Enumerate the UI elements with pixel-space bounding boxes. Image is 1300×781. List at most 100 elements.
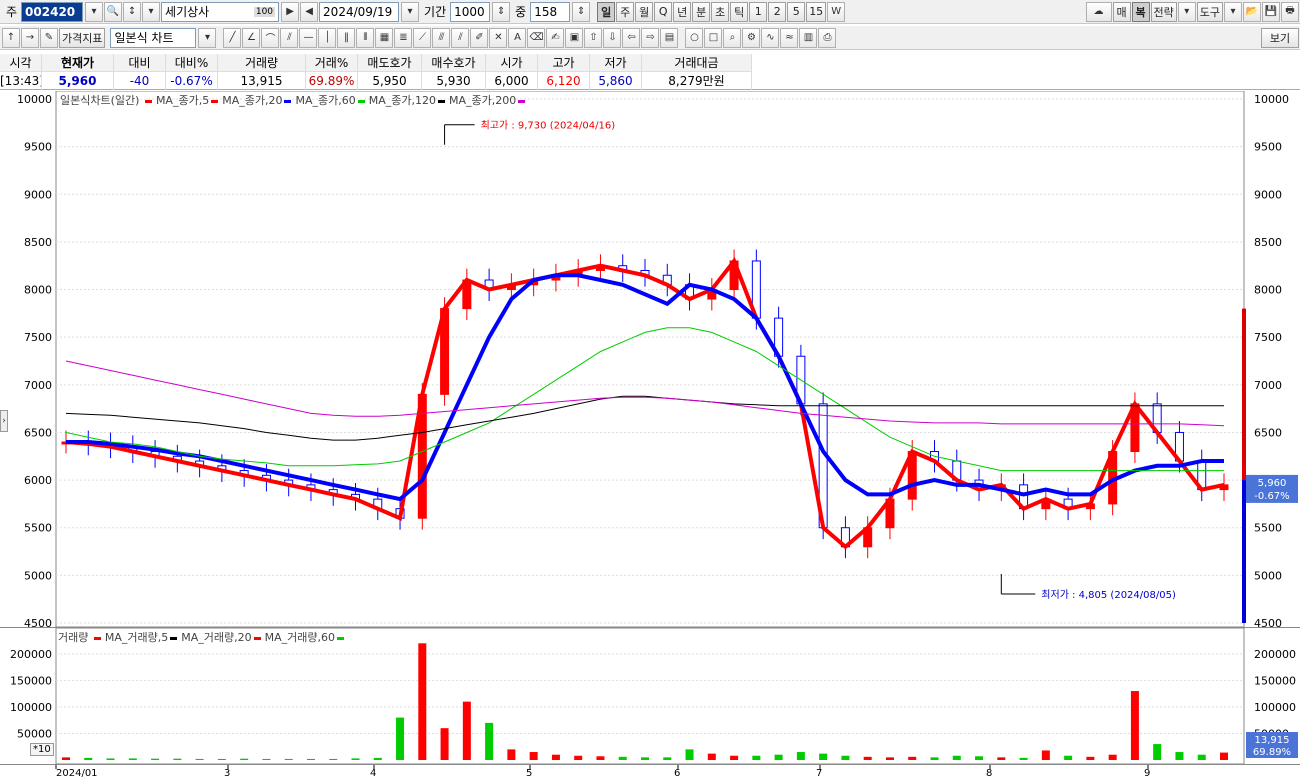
stock-code-input[interactable]: 002420 (21, 1, 84, 22)
cloud-icon[interactable]: ☁ (1085, 1, 1112, 22)
edit-icon[interactable]: ✎ (40, 27, 58, 48)
volume-bar-18 (462, 701, 471, 760)
sort-icon[interactable]: ↕ (123, 1, 142, 22)
view-button[interactable]: 보기 (1261, 27, 1299, 48)
print2-icon[interactable]: ⎙ (818, 27, 837, 48)
next-stock-icon[interactable]: ▶ (281, 1, 300, 22)
channel-icon[interactable]: ⫻ (432, 27, 451, 48)
chart-type-select[interactable]: 일본식 차트 (110, 27, 197, 48)
period-button-10[interactable]: 5 (787, 1, 806, 22)
volume-bar-14 (373, 757, 382, 760)
period-input[interactable]: 1000 (450, 1, 491, 22)
price-ytick-right-3: 8500 (1254, 236, 1282, 249)
period-button-9[interactable]: 2 (768, 1, 787, 22)
parallel-icon[interactable]: ⫽ (451, 27, 470, 48)
right-icon[interactable]: ⇨ (641, 27, 660, 48)
price-chart[interactable]: 10000 10000 9500 9500 9000 9000 8500 8500 8000 80… (0, 90, 1300, 630)
chart-type-dropdown-icon[interactable]: ▾ (198, 27, 217, 48)
period-button-0[interactable]: 일 (597, 1, 616, 22)
cross-tool-icon[interactable]: ✕ (489, 27, 508, 48)
strategy-dropdown-icon[interactable]: ▾ (1177, 1, 1196, 22)
up-icon[interactable]: ⇧ (584, 27, 603, 48)
trendline-icon[interactable]: ╱ (223, 27, 242, 48)
volume-chart-svg[interactable]: 200000 200000 150000 150000 100000 100000 5000… (0, 627, 1300, 765)
tools-button[interactable]: 도구 (1196, 1, 1223, 22)
doc-icon[interactable]: ▤ (660, 27, 679, 48)
cycle-line-icon[interactable]: ‖ (337, 27, 356, 48)
quote-header-2: 대비 (114, 54, 166, 71)
angle-line-icon[interactable]: ∠ (242, 27, 261, 48)
image-icon[interactable]: ▣ (565, 27, 584, 48)
volume-bar-27 (663, 757, 672, 760)
table-icon[interactable]: ▥ (799, 27, 818, 48)
price-ytick-left-2: 9000 (24, 188, 52, 201)
x-axis: 2024/01 3 4 5 6 7 8 9 (0, 764, 1300, 779)
circle-icon[interactable]: ○ (685, 27, 704, 48)
period-button-5[interactable]: 분 (692, 1, 711, 22)
quote-header-row: 시각 현재가 대비 대비% 거래량 거래% 매도호가 매수호가 시가 고가 저가 거래대금 (0, 54, 752, 72)
quote-value-3: -0.67% (166, 72, 218, 90)
fan-line-icon[interactable]: ⫽ (280, 27, 299, 48)
price-legend-label-3: MA_종가,120 (368, 94, 436, 107)
buy-button[interactable]: 매 (1112, 1, 1131, 22)
volume-legend-swatch-0 (93, 636, 101, 640)
period-spin-icon[interactable]: ⇕ (492, 1, 511, 22)
multi-button[interactable]: 복 (1131, 1, 1150, 22)
period-button-7[interactable]: 틱 (730, 1, 749, 22)
period-button-11[interactable]: 15 (806, 1, 827, 22)
tools-dropdown-icon[interactable]: ▾ (1224, 1, 1242, 22)
strategy-button[interactable]: 전략 (1150, 1, 1177, 22)
arrow-right-icon[interactable]: → (21, 27, 39, 48)
date-dropdown-icon[interactable]: ▾ (401, 1, 420, 22)
volume-bar-17 (440, 728, 449, 760)
fibo-level-icon[interactable]: ≣ (394, 27, 413, 48)
quote-header-11: 거래대금 (642, 54, 752, 71)
square-icon[interactable]: □ (704, 27, 723, 48)
wave-icon[interactable]: ∿ (761, 27, 780, 48)
period-button-2[interactable]: 월 (635, 1, 654, 22)
search-icon[interactable]: 🔍 (104, 1, 123, 22)
volume-bar-33 (796, 752, 805, 760)
folder-open-icon[interactable]: 📂 (1243, 1, 1261, 22)
vertical-line-icon[interactable]: │ (318, 27, 337, 48)
gann-icon[interactable]: ⟋ (413, 27, 432, 48)
indicator-button[interactable]: 가격지표 (59, 27, 106, 48)
zoom-region-icon[interactable]: ⌕ (723, 27, 742, 48)
menu-dropdown-icon[interactable]: ▾ (142, 1, 161, 22)
volume-bar-43 (1019, 757, 1028, 760)
arc-icon[interactable]: ⌒ (261, 27, 280, 48)
prev-stock-icon[interactable]: ◀ (300, 1, 319, 22)
down-icon[interactable]: ⇩ (603, 27, 622, 48)
date-input[interactable]: 2024/09/19 (319, 1, 400, 22)
period-button-4[interactable]: 년 (673, 1, 692, 22)
price-chart-svg[interactable]: 10000 10000 9500 9500 9000 9000 8500 8500 8000 80… (0, 90, 1300, 630)
settings-icon[interactable]: ⚙ (742, 27, 761, 48)
wave2-icon[interactable]: ≈ (780, 27, 799, 48)
horizontal-line-icon[interactable]: — (299, 27, 318, 48)
pencil-icon[interactable]: ✐ (470, 27, 489, 48)
quote-value-2: -40 (114, 72, 166, 90)
stock-name-field[interactable]: 세기상사 100 (161, 1, 280, 22)
period-button-1[interactable]: 주 (616, 1, 635, 22)
price-ytick-right-4: 8000 (1254, 284, 1282, 297)
left-icon[interactable]: ⇦ (622, 27, 641, 48)
up-arrow-icon[interactable]: ↑ (2, 27, 20, 48)
period-button-8[interactable]: 1 (749, 1, 768, 22)
code-dropdown-icon[interactable]: ▾ (85, 1, 104, 22)
period-button-6[interactable]: 초 (711, 1, 730, 22)
period-button-3[interactable]: Q (654, 1, 673, 22)
zoom-input[interactable]: 158 (530, 1, 571, 22)
print-icon[interactable]: 🖶 (1281, 1, 1299, 22)
eraser-icon[interactable]: ⌫ (527, 27, 546, 48)
grid-icon[interactable]: ▦ (375, 27, 394, 48)
price-plot-frame (55, 90, 1245, 628)
zoom-spin-icon[interactable]: ⇕ (572, 1, 591, 22)
volume-chart[interactable]: 200000 200000 150000 150000 100000 100000 5000… (0, 627, 1300, 765)
text-tool-icon[interactable]: A (508, 27, 527, 48)
memo-icon[interactable]: ✍ (546, 27, 565, 48)
expand-panel-handle[interactable]: › (0, 410, 8, 432)
volume-bar-16 (418, 643, 427, 760)
fibo-time-icon[interactable]: ⦀ (356, 27, 375, 48)
save-icon[interactable]: 💾 (1262, 1, 1280, 22)
period-more-icon[interactable]: W (827, 1, 846, 22)
